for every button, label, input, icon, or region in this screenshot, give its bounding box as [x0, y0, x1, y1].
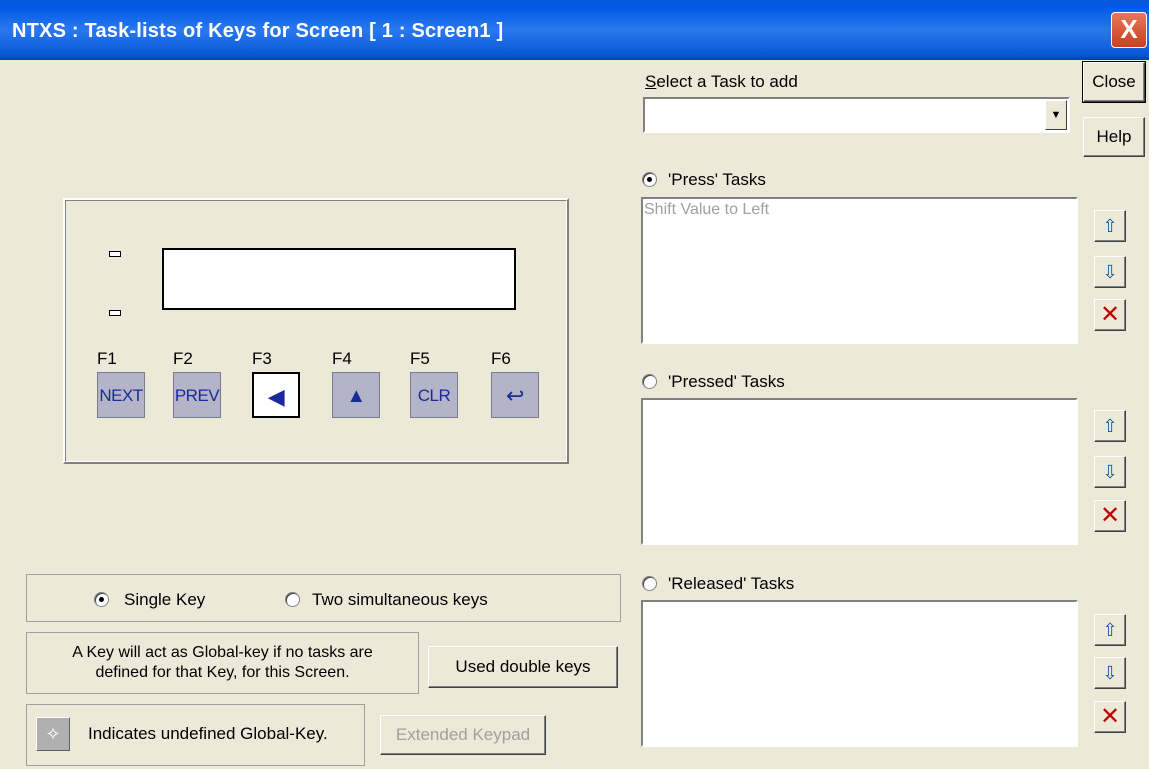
led-indicator-bottom — [109, 310, 121, 316]
used-double-keys-button[interactable]: Used double keys — [428, 646, 618, 688]
close-button[interactable]: Close — [1082, 61, 1146, 103]
arrow-down-icon: ⇩ — [1102, 262, 1118, 282]
left-triangle-icon: ◀ — [267, 384, 285, 409]
press-tasks-radio[interactable] — [642, 172, 657, 187]
lcd-display — [162, 248, 516, 310]
select-task-label: Select a Task to add — [645, 72, 798, 91]
two-keys-label: Two simultaneous keys — [312, 590, 488, 609]
released-move-up-button[interactable]: ⇧ — [1094, 614, 1126, 646]
released-tasks-radio[interactable] — [642, 576, 657, 591]
key-f6-enter[interactable]: ↩ — [491, 372, 539, 418]
press-tasks-label: 'Press' Tasks — [668, 170, 766, 189]
fkey-label-f2: F2 — [173, 349, 193, 368]
key-f4-up[interactable]: ▲ — [332, 372, 380, 418]
pressed-delete-button[interactable]: ✕ — [1094, 500, 1126, 532]
title-bar: NTXS : Task-lists of Keys for Screen [ 1… — [0, 0, 1149, 60]
fkey-label-f4: F4 — [332, 349, 352, 368]
press-tasks-list[interactable]: Shift Value to Left — [641, 197, 1078, 344]
undefined-global-label: Indicates undefined Global-Key. — [88, 724, 328, 743]
keypad-device — [63, 198, 569, 464]
released-move-down-button[interactable]: ⇩ — [1094, 657, 1126, 689]
delete-x-icon: ✕ — [1099, 301, 1121, 328]
arrow-up-icon: ⇧ — [1102, 416, 1118, 436]
help-button[interactable]: Help — [1083, 117, 1145, 157]
fkey-label-f6: F6 — [491, 349, 511, 368]
task-select-dropdown[interactable]: ▼ — [643, 97, 1070, 133]
global-key-sample-icon: ✧ — [36, 717, 70, 751]
press-move-down-button[interactable]: ⇩ — [1094, 256, 1126, 288]
enter-return-icon: ↩ — [506, 383, 524, 408]
dropdown-arrow-icon[interactable]: ▼ — [1045, 100, 1067, 130]
key-f2-prev[interactable]: PREV — [173, 372, 221, 418]
fkey-label-f3: F3 — [252, 349, 272, 368]
single-key-label: Single Key — [124, 590, 206, 609]
up-triangle-icon: ▲ — [346, 385, 366, 407]
delete-x-icon: ✕ — [1099, 502, 1121, 529]
pressed-tasks-list[interactable] — [641, 398, 1078, 545]
released-delete-button[interactable]: ✕ — [1094, 701, 1126, 733]
key-f3-left[interactable]: ◀ — [252, 372, 300, 418]
pressed-move-up-button[interactable]: ⇧ — [1094, 410, 1126, 442]
pressed-tasks-label: 'Pressed' Tasks — [668, 372, 785, 391]
arrow-up-icon: ⇧ — [1102, 620, 1118, 640]
global-key-note: A Key will act as Global-key if no tasks… — [72, 644, 373, 681]
window-title: NTXS : Task-lists of Keys for Screen [ 1… — [12, 20, 504, 42]
key-f5-clr[interactable]: CLR — [410, 372, 458, 418]
single-key-radio[interactable] — [94, 592, 109, 607]
delete-x-icon: ✕ — [1099, 703, 1121, 730]
arrow-down-icon: ⇩ — [1102, 462, 1118, 482]
two-keys-radio[interactable] — [285, 592, 300, 607]
pressed-move-down-button[interactable]: ⇩ — [1094, 456, 1126, 488]
list-item[interactable]: Shift Value to Left — [643, 199, 1076, 221]
extended-keypad-button[interactable]: Extended Keypad — [380, 715, 546, 755]
arrow-down-icon: ⇩ — [1102, 663, 1118, 683]
window-close-icon[interactable]: X — [1111, 12, 1147, 48]
fkey-label-f1: F1 — [97, 349, 117, 368]
press-delete-button[interactable]: ✕ — [1094, 299, 1126, 331]
press-move-up-button[interactable]: ⇧ — [1094, 210, 1126, 242]
arrow-up-icon: ⇧ — [1102, 216, 1118, 236]
fkey-label-f5: F5 — [410, 349, 430, 368]
released-tasks-label: 'Released' Tasks — [668, 574, 795, 593]
key-f1-next[interactable]: NEXT — [97, 372, 145, 418]
released-tasks-list[interactable] — [641, 600, 1078, 747]
pressed-tasks-radio[interactable] — [642, 374, 657, 389]
led-indicator-top — [109, 251, 121, 257]
